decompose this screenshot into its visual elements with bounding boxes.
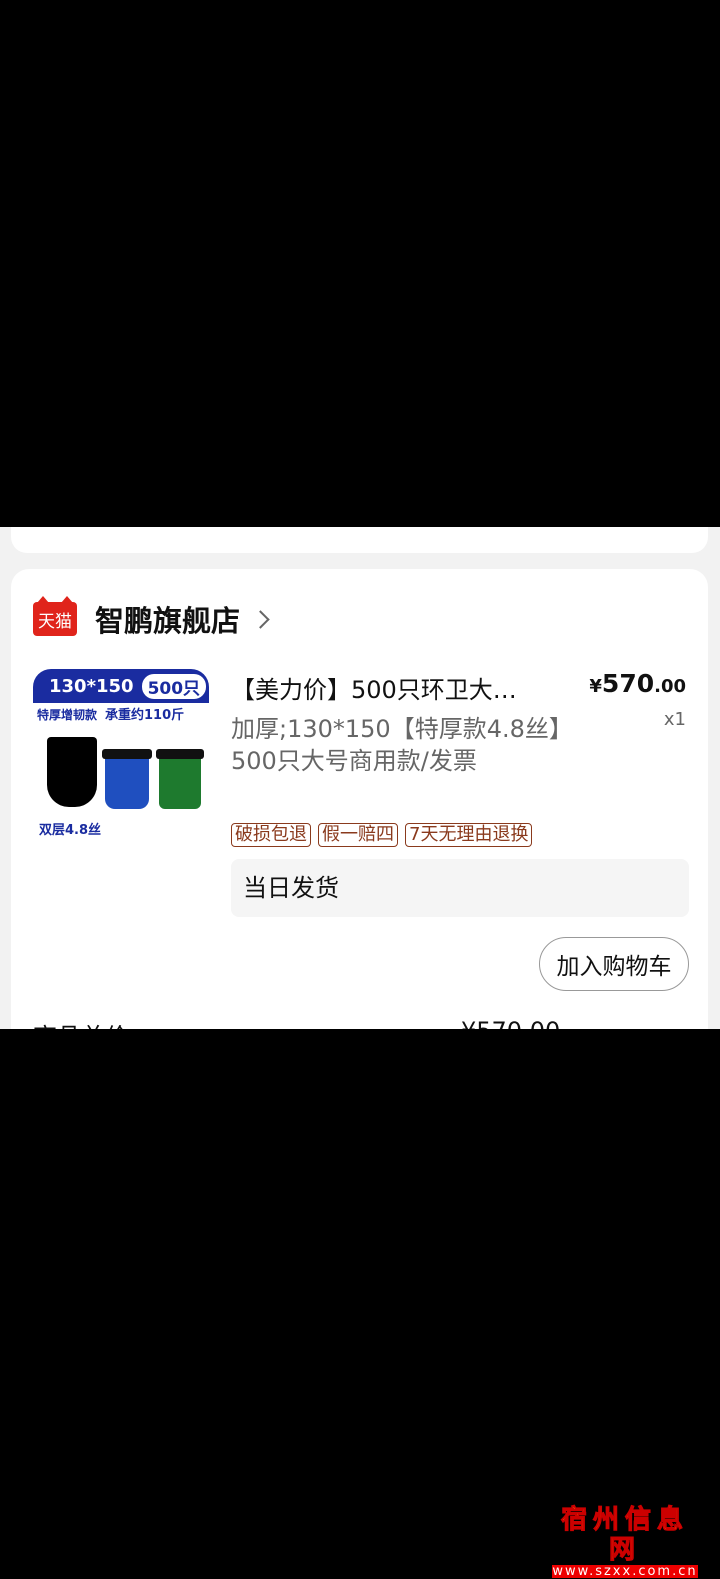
shipping-info: 当日发货	[231, 859, 689, 917]
total-label: 商品总价	[33, 1017, 129, 1029]
chevron-right-icon[interactable]	[251, 609, 270, 629]
product-image[interactable]: 130*150 500只 特厚增韧款 承重约110斤 双层4.8丝	[33, 669, 209, 845]
service-tags: 破损包退 假一赔四 7天无理由退换	[231, 823, 533, 847]
tag-fake-compensation: 假一赔四	[318, 823, 398, 847]
previous-card	[11, 527, 708, 553]
site-watermark: 宿州信息网 www.szxx.com.cn	[552, 1505, 698, 1578]
watermark-title: 宿州信息网	[560, 1505, 689, 1566]
tag-seven-day-return: 7天无理由退换	[405, 823, 533, 847]
watermark-url: www.szxx.com.cn	[552, 1564, 698, 1579]
product-title[interactable]: 【美力价】500只环卫大…	[231, 670, 561, 705]
image-size-text: 130*150	[49, 675, 134, 697]
tmall-logo-icon: 天猫	[33, 596, 77, 636]
image-bottom-text: 双层4.8丝	[39, 823, 102, 838]
store-header[interactable]: 天猫 智鹏旗舰店	[33, 596, 270, 640]
store-name[interactable]: 智鹏旗舰店	[95, 598, 240, 640]
product-quantity: x1	[663, 709, 686, 730]
order-area: 天猫 智鹏旗舰店 130*150 500只 特厚增韧款 承重约110斤 双层4.8…	[0, 527, 720, 1029]
order-card: 天猫 智鹏旗舰店 130*150 500只 特厚增韧款 承重约110斤 双层4.8…	[11, 569, 708, 1029]
total-value: ¥570.00	[461, 1017, 560, 1029]
blue-bin-graphic	[102, 749, 152, 809]
add-to-cart-button[interactable]: 加入购物车	[539, 937, 689, 991]
image-count-badge: 500只	[141, 673, 207, 699]
tag-damage-refund: 破损包退	[231, 823, 311, 847]
image-banner: 130*150 500只	[33, 669, 209, 703]
image-subtitle: 特厚增韧款 承重约110斤	[37, 708, 185, 723]
green-bin-graphic	[156, 749, 204, 809]
product-sku: 加厚;130*150【特厚款4.8丝】500只大号商用款/发票	[231, 715, 561, 775]
product-price: ¥570.00	[589, 669, 686, 698]
black-bag-graphic	[47, 737, 97, 807]
